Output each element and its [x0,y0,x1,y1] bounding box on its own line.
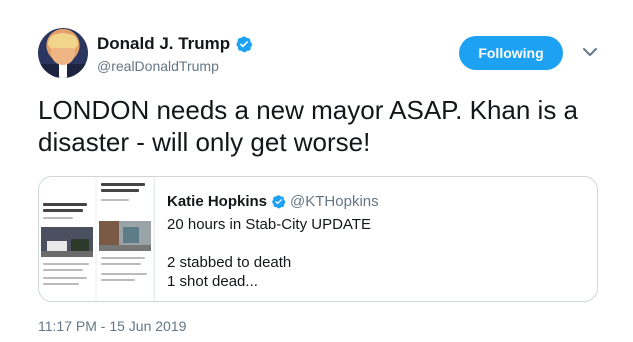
quoted-text-line: 2 stabbed to death [167,254,292,271]
quoted-author-handle[interactable]: @KTHopkins [290,193,379,210]
quoted-tweet-text: 20 hours in Stab-City UPDATE 2 stabbed t… [167,215,587,291]
avatar[interactable] [38,28,88,78]
following-button[interactable]: Following [459,36,563,70]
quoted-tweet[interactable]: Katie Hopkins @KTHopkins 20 hours in Sta… [38,176,598,302]
tweet-text: LONDON needs a new mayor ASAP. Khan is a… [38,95,579,157]
tweet-card: Donald J. Trump @realDonaldTrump Followi… [0,0,633,342]
verified-badge-icon [272,195,286,209]
chevron-down-icon[interactable] [583,47,597,57]
author-handle[interactable]: @realDonaldTrump [97,58,219,74]
quoted-text-line: 20 hours in Stab-City UPDATE [167,216,371,233]
quoted-author-name[interactable]: Katie Hopkins [167,193,267,210]
author-display-name[interactable]: Donald J. Trump [97,34,230,54]
verified-badge-icon [236,36,253,53]
quoted-tweet-thumbnail[interactable] [39,177,155,301]
tweet-timestamp[interactable]: 11:17 PM - 15 Jun 2019 [38,318,186,334]
author-name-row[interactable]: Donald J. Trump [97,34,253,54]
quoted-text-line: 1 shot dead... [167,273,258,290]
quoted-author-row[interactable]: Katie Hopkins @KTHopkins [167,193,379,210]
quoted-text-line [167,234,587,253]
